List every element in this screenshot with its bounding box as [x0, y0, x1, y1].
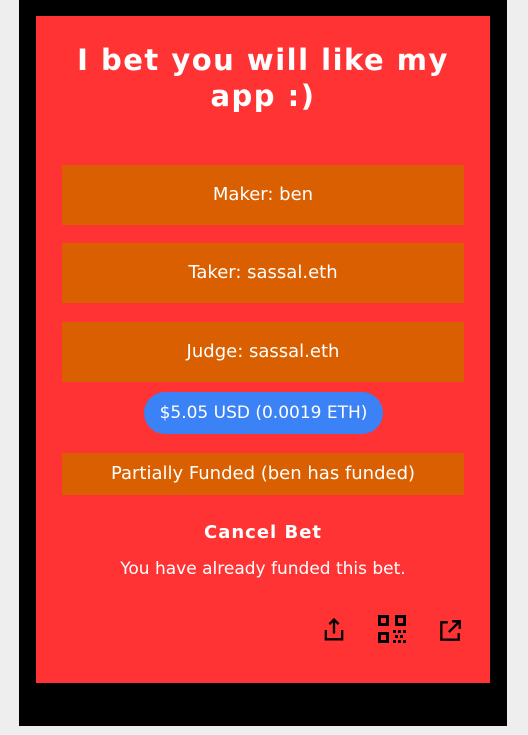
judge-row: Judge: sassal.eth [62, 322, 464, 382]
funded-note: You have already funded this bet. [120, 559, 406, 579]
taker-row: Taker: sassal.eth [62, 243, 464, 303]
amount-badge[interactable]: $5.05 USD (0.0019 ETH) [144, 392, 383, 434]
qr-code-icon[interactable] [377, 614, 407, 644]
open-external-icon[interactable] [437, 618, 463, 644]
cancel-bet-button[interactable]: Cancel Bet [36, 522, 490, 543]
funding-status: Partially Funded (ben has funded) [62, 453, 464, 495]
bet-title: I bet you will like my app :) [77, 43, 449, 113]
bet-card: I bet you will like my app :) Maker: ben… [36, 16, 490, 683]
share-icon[interactable] [320, 616, 348, 644]
maker-row: Maker: ben [62, 165, 464, 225]
